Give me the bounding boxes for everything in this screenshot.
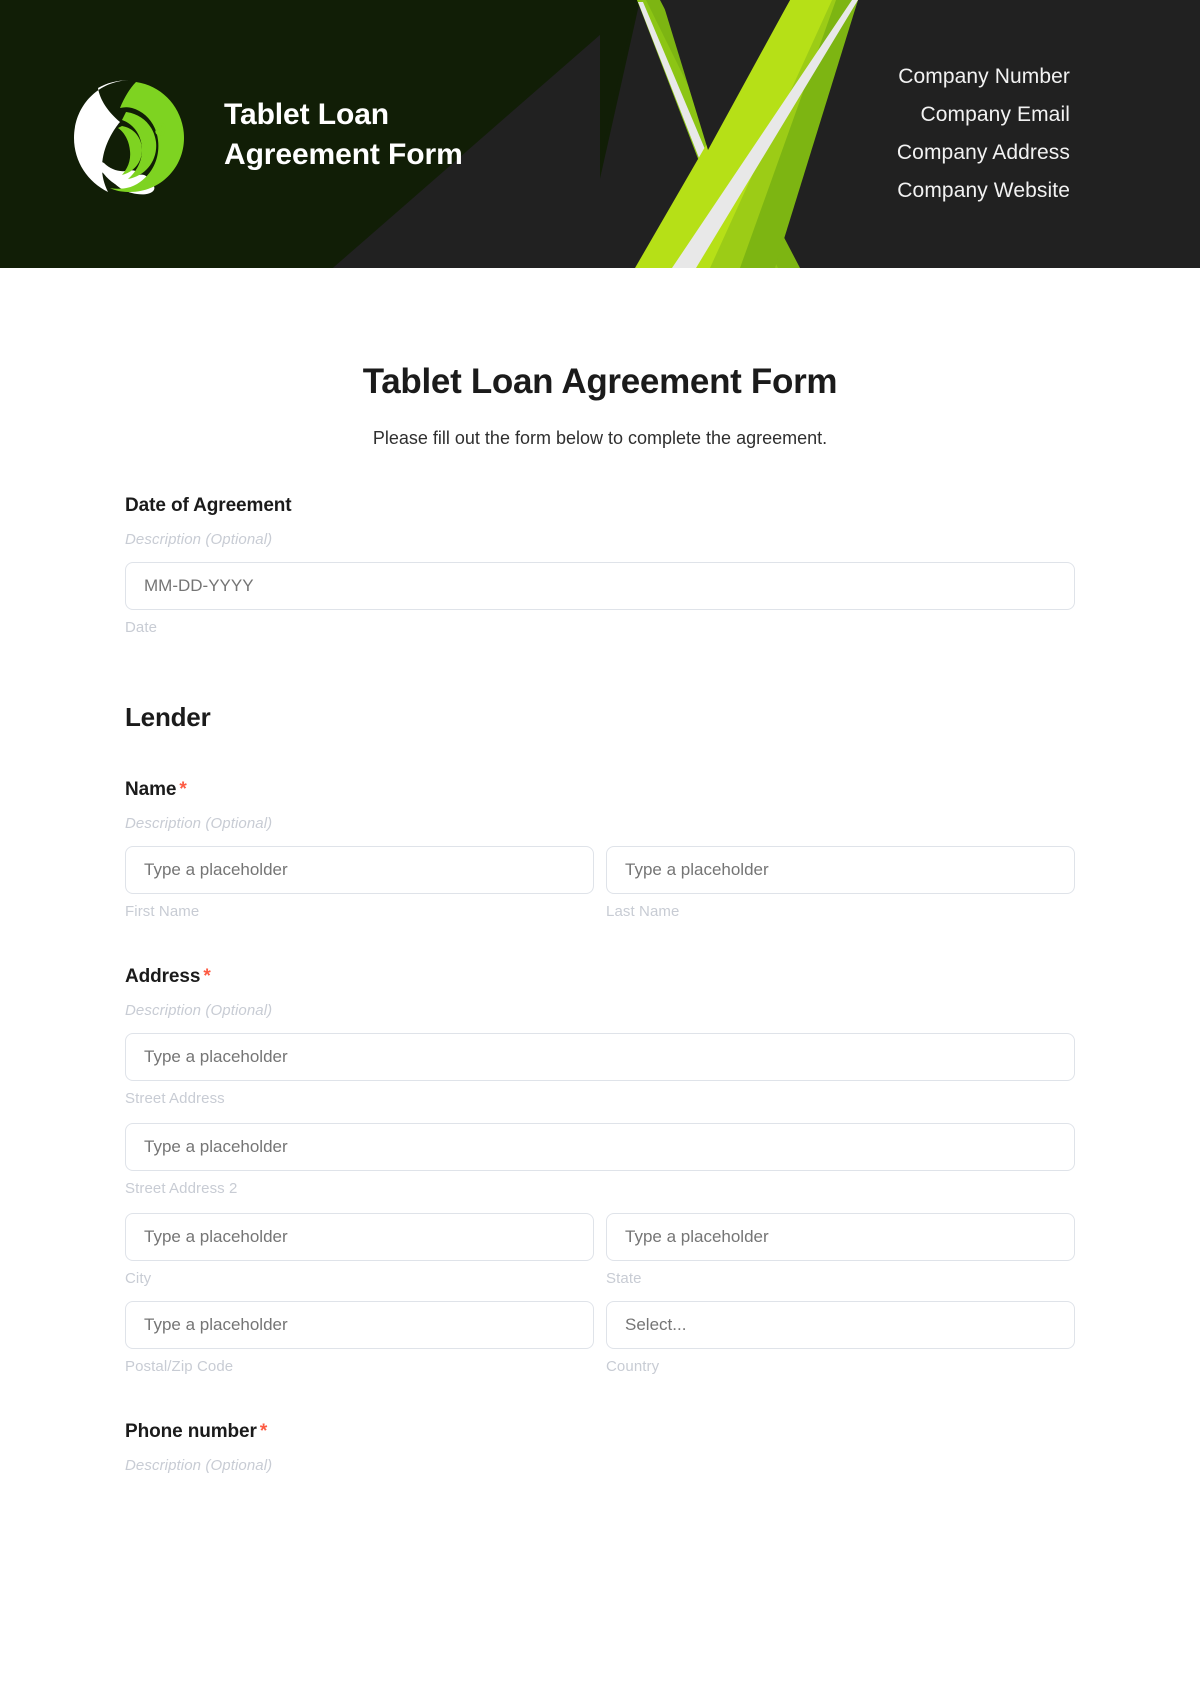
street-address-2-input[interactable] <box>125 1123 1075 1171</box>
postal-code-group: Postal/Zip Code <box>125 1301 594 1375</box>
company-address: Company Address <box>896 141 1070 164</box>
company-contact-list: Company Number Company Email Company Add… <box>897 58 1070 210</box>
field-description: Description (Optional) <box>125 1002 273 1019</box>
field-label: Name * <box>125 779 1075 801</box>
company-number: Company Number <box>898 65 1070 88</box>
state-input[interactable] <box>606 1213 1075 1261</box>
hands-circle-logo-icon: $ <box>60 66 198 204</box>
country-select[interactable] <box>606 1301 1075 1349</box>
last-name-group: Last Name <box>606 846 1075 920</box>
sub-label-state: State <box>606 1270 642 1287</box>
sub-label-country: Country <box>606 1358 660 1375</box>
first-name-input[interactable] <box>125 846 594 894</box>
company-email: Company Email <box>920 103 1070 126</box>
brand-title: Tablet Loan Agreement Form <box>224 98 463 171</box>
company-website: Company Website <box>897 179 1070 202</box>
header-chevron-graphic <box>600 0 860 268</box>
first-name-group: First Name <box>125 846 594 920</box>
required-asterisk: * <box>179 779 187 800</box>
brand-lockup: $ Tablet Loan Agreement Form <box>60 66 463 204</box>
sub-label-first-name: First Name <box>125 903 200 920</box>
date-of-agreement-input[interactable] <box>125 562 1075 610</box>
sub-label-street-address: Street Address <box>125 1090 225 1107</box>
page-subtitle: Please fill out the form below to comple… <box>372 428 828 448</box>
required-asterisk: * <box>203 966 211 987</box>
field-label: Phone number * <box>125 1421 1075 1443</box>
sub-label-date: Date <box>125 619 158 636</box>
country-group: Country <box>606 1301 1075 1375</box>
section-heading-lender: Lender <box>125 702 211 732</box>
sub-label-postal-zip-code: Postal/Zip Code <box>125 1358 234 1375</box>
sub-label-city: City <box>125 1270 152 1287</box>
field-label-text: Address <box>125 966 201 987</box>
last-name-input[interactable] <box>606 846 1075 894</box>
page-header: $ Tablet Loan Agreement Form Company Num… <box>0 0 1200 268</box>
field-description: Description (Optional) <box>125 1457 273 1474</box>
field-label-text: Phone number <box>125 1421 257 1442</box>
field-label-text: Date of Agreement <box>125 495 292 516</box>
sub-label-street-address-2: Street Address 2 <box>125 1180 238 1197</box>
state-group: State <box>606 1213 1075 1287</box>
field-label: Date of Agreement <box>125 495 1075 517</box>
postal-zip-code-input[interactable] <box>125 1301 594 1349</box>
field-date-of-agreement: Date of Agreement Description (Optional)… <box>125 495 1075 636</box>
form-body: Tablet Loan Agreement Form Please fill o… <box>0 362 1200 1474</box>
city-input[interactable] <box>125 1213 594 1261</box>
street-address-input[interactable] <box>125 1033 1075 1081</box>
field-description: Description (Optional) <box>125 531 273 548</box>
field-label: Address * <box>125 966 1075 988</box>
field-phone-number: Phone number * Description (Optional) <box>125 1421 1075 1474</box>
field-address: Address* Description (Optional) Street A… <box>125 966 1075 1375</box>
page-title: Tablet Loan Agreement Form <box>362 362 838 401</box>
field-label-text: Name <box>125 779 177 800</box>
city-group: City <box>125 1213 594 1287</box>
field-description: Description (Optional) <box>125 815 273 832</box>
page-root: $ Tablet Loan Agreement Form Company Num… <box>0 0 1200 1701</box>
sub-label-last-name: Last Name <box>606 903 680 920</box>
required-asterisk: * <box>259 1421 268 1442</box>
field-name: Name* Description (Optional) First Name … <box>125 779 1075 920</box>
